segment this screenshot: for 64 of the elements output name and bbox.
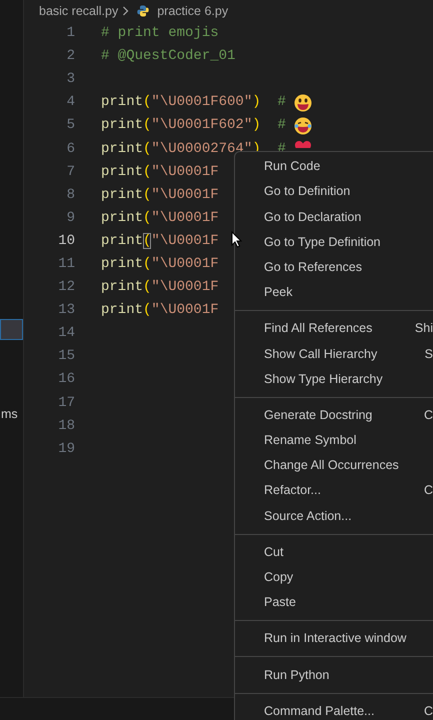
menu-item[interactable]: Change All Occurrences [235, 456, 399, 476]
code-line: print("\U0001F [101, 278, 219, 298]
menu-item[interactable]: Go to Definition [235, 182, 350, 202]
menu-item[interactable]: Cut [235, 542, 284, 562]
line-number: 10 [57, 232, 76, 251]
menu-item[interactable]: Run Python [235, 666, 330, 684]
line-number: 2 [66, 47, 76, 66]
menu-item[interactable]: Source Action... [235, 506, 352, 526]
breadcrumb-folder[interactable]: basic recall.py [39, 2, 118, 20]
python-file-icon [137, 5, 150, 17]
code-line: print("\U0001F602") # [101, 116, 286, 136]
chevron-right-icon [122, 6, 130, 16]
line-number: 3 [66, 70, 76, 90]
line-number: 9 [66, 208, 76, 228]
line-number: 16 [57, 370, 76, 390]
menu-shortcut: C [424, 482, 433, 500]
menu-shortcut: S [424, 346, 433, 363]
code-line: print("\U0001F [101, 186, 219, 205]
line-number: 19 [57, 440, 76, 459]
laughing-face-icon [294, 116, 312, 135]
menu-shortcut: C [424, 702, 433, 720]
line-number: 8 [66, 186, 76, 205]
menu-item[interactable]: Run Code [235, 157, 320, 176]
line-number: 17 [57, 394, 76, 413]
grinning-face-icon [294, 94, 312, 112]
code-line: print("\U0001F [101, 254, 219, 274]
menu-shortcut: C [424, 406, 433, 424]
menu-shortcut: Shi [414, 320, 433, 338]
line-number: 14 [57, 324, 76, 344]
line-number: 12 [57, 278, 76, 298]
line-number: 18 [57, 416, 76, 436]
menu-item[interactable]: Generate Docstring [235, 406, 372, 425]
menu-item[interactable]: Go to References [235, 258, 362, 277]
menu-item[interactable]: Run in Interactive window [235, 629, 406, 648]
line-number: 11 [57, 254, 76, 274]
menu-item[interactable]: Peek [235, 283, 292, 302]
line-number: 4 [66, 93, 76, 112]
code-line: print("\U0001F [101, 162, 219, 182]
breadcrumb-file[interactable]: practice 6.py [157, 2, 228, 20]
selected-row-highlight[interactable] [0, 319, 23, 340]
mouse-pointer-icon [231, 231, 242, 248]
line-number: 7 [66, 162, 76, 182]
code-line: print("\U0001F [101, 301, 219, 320]
line-number: 15 [57, 347, 76, 366]
menu-item[interactable]: Go to Declaration [235, 208, 362, 226]
menu-item[interactable]: Show Call Hierarchy [235, 344, 378, 364]
line-number: 1 [66, 24, 76, 44]
sidebar-item[interactable]: ms [1, 405, 18, 424]
code-line: print("\U0001F [101, 208, 219, 228]
menu-item[interactable]: Show Type Hierarchy [235, 370, 383, 388]
menu-item[interactable]: Command Palette... [235, 702, 374, 720]
menu-item[interactable]: Refactor... [235, 481, 321, 500]
menu-item[interactable]: Paste [235, 593, 296, 612]
code-line: print("\U0001F600") # [101, 93, 286, 112]
code-line: # @QuestCoder_01 [101, 47, 236, 66]
code-line: # print emojis [101, 24, 219, 44]
code-line: print("\U0001F [101, 232, 219, 251]
line-number: 6 [66, 140, 76, 159]
line-number: 5 [66, 116, 76, 136]
line-number: 13 [57, 301, 76, 320]
menu-item[interactable]: Find All References [235, 319, 372, 338]
menu-item[interactable]: Copy [235, 568, 294, 587]
menu-item[interactable]: Rename Symbol [235, 431, 356, 450]
heart-icon [294, 140, 312, 148]
